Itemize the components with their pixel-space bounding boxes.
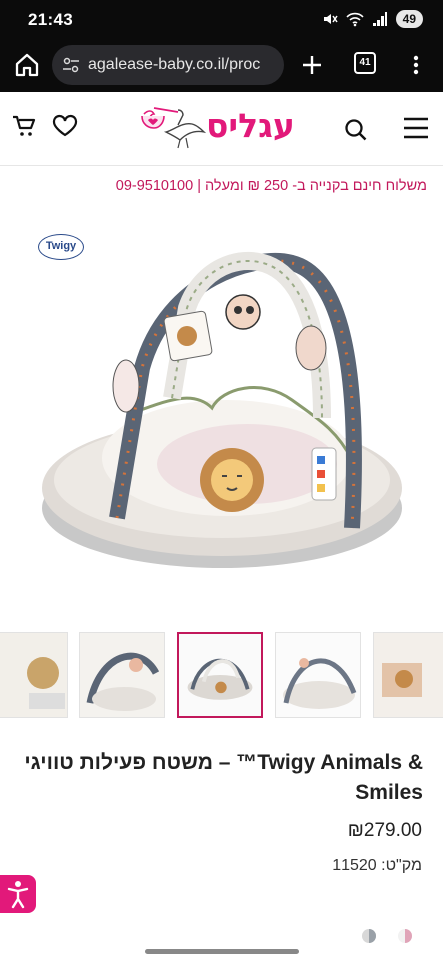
cart-icon[interactable]: [12, 114, 36, 138]
thumbnail-5-image: [374, 633, 443, 717]
product-sku: מק"ט: 11520: [332, 857, 422, 874]
accessibility-button[interactable]: [0, 875, 36, 913]
thumbnail-4[interactable]: [275, 632, 361, 718]
wishlist-heart-icon[interactable]: [52, 114, 78, 138]
gesture-navigation-bar[interactable]: [145, 949, 299, 954]
thumbnail-4-image: [276, 633, 360, 717]
shipping-promo-text[interactable]: משלוח חינם בקנייה ב- 250 ₪ ומעלה | 09-95…: [0, 178, 443, 200]
overflow-menu-icon[interactable]: [408, 50, 424, 80]
url-text[interactable]: agalease-baby.co.il/proc: [88, 56, 280, 74]
site-header: עגליס: [0, 92, 443, 166]
signal-icon: [372, 12, 387, 26]
battery-indicator: 49: [395, 10, 423, 28]
wifi-icon: [346, 12, 364, 27]
swatch-pink[interactable]: [398, 929, 412, 943]
product-price: ₪279.00: [347, 820, 422, 841]
hamburger-menu-icon[interactable]: [403, 116, 429, 140]
product-main-image[interactable]: [22, 218, 422, 618]
status-icons: 49: [322, 10, 423, 28]
site-logo[interactable]: עגליס: [138, 102, 308, 152]
thumbnail-3-image: [179, 634, 261, 716]
accessibility-icon: [7, 881, 29, 909]
thumbnail-2-image: [80, 633, 164, 717]
status-bar: 21:43 49: [0, 0, 443, 40]
new-tab-icon[interactable]: [298, 50, 326, 80]
thumbnail-5[interactable]: [373, 632, 443, 718]
thumbnail-1[interactable]: [0, 632, 68, 718]
address-bar[interactable]: agalease-baby.co.il/proc: [52, 45, 284, 85]
stork-logo-icon: [141, 107, 207, 149]
brand-badge: Twigy: [38, 234, 84, 260]
site-settings-icon[interactable]: [62, 56, 80, 74]
thumbnail-3-active[interactable]: [177, 632, 263, 718]
browser-toolbar: agalease-baby.co.il/proc 41: [0, 40, 443, 92]
mute-icon: [323, 14, 338, 24]
swatch-gray[interactable]: [362, 929, 376, 943]
thumbnail-1-image: [0, 633, 67, 717]
thumbnail-2[interactable]: [79, 632, 165, 718]
product-title: משטח פעילות טוויגי – ™Twigy Animals & Sm…: [24, 751, 423, 804]
home-icon[interactable]: [12, 50, 42, 80]
status-time: 21:43: [28, 10, 73, 29]
search-icon[interactable]: [344, 118, 368, 142]
thumbnail-carousel[interactable]: [0, 630, 443, 720]
color-swatches[interactable]: [360, 928, 420, 944]
logo-text: עגליס: [206, 106, 295, 145]
tab-switcher-button[interactable]: 41: [354, 52, 376, 74]
